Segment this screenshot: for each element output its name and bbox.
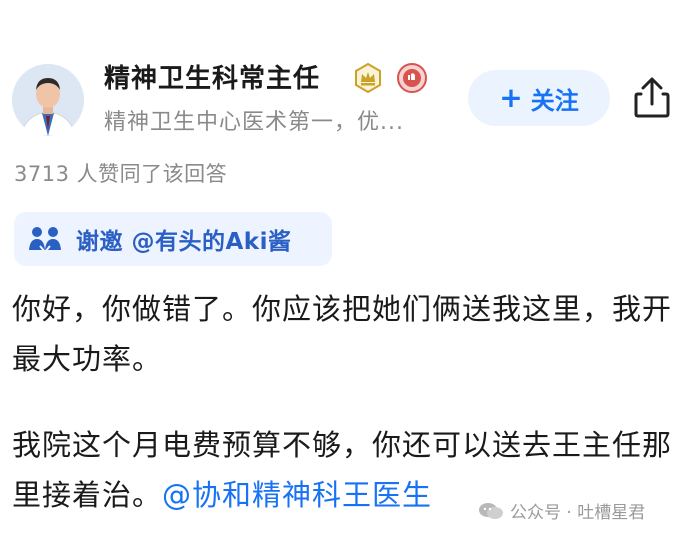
red-badge-icon xyxy=(396,62,428,94)
plus-icon: + xyxy=(499,81,523,114)
doctor-avatar-icon xyxy=(12,64,84,136)
follow-label: 关注 xyxy=(530,86,579,115)
share-icon xyxy=(634,77,670,118)
mention-link[interactable]: @协和精神科王医生 xyxy=(162,478,432,512)
answer-page: 精神卫生科常主任 精神卫生中心医术第一，优... + 关注 3713 人赞同了该… xyxy=(0,0,690,538)
invite-icon xyxy=(29,227,61,254)
invite-text: 谢邀 @有头的Aki酱 xyxy=(76,229,292,255)
invite-chip[interactable]: 谢邀 @有头的Aki酱 xyxy=(14,212,332,266)
author-avatar[interactable] xyxy=(12,64,84,136)
watermark: 公众号 · 吐槽星君 xyxy=(478,498,645,523)
like-count: 3713 人赞同了该回答 xyxy=(14,162,228,186)
crown-badge-icon xyxy=(352,62,384,94)
share-button[interactable] xyxy=(632,76,672,120)
wechat-icon xyxy=(479,502,503,519)
author-description: 精神卫生中心医术第一，优... xyxy=(104,110,404,135)
watermark-text: 公众号 · 吐槽星君 xyxy=(510,503,646,523)
answer-paragraph-1: 你好，你做错了。你应该把她们俩送我这里，我开最大功率。 xyxy=(12,292,673,376)
author-name[interactable]: 精神卫生科常主任 xyxy=(104,58,320,95)
follow-button[interactable]: + 关注 xyxy=(468,70,610,126)
